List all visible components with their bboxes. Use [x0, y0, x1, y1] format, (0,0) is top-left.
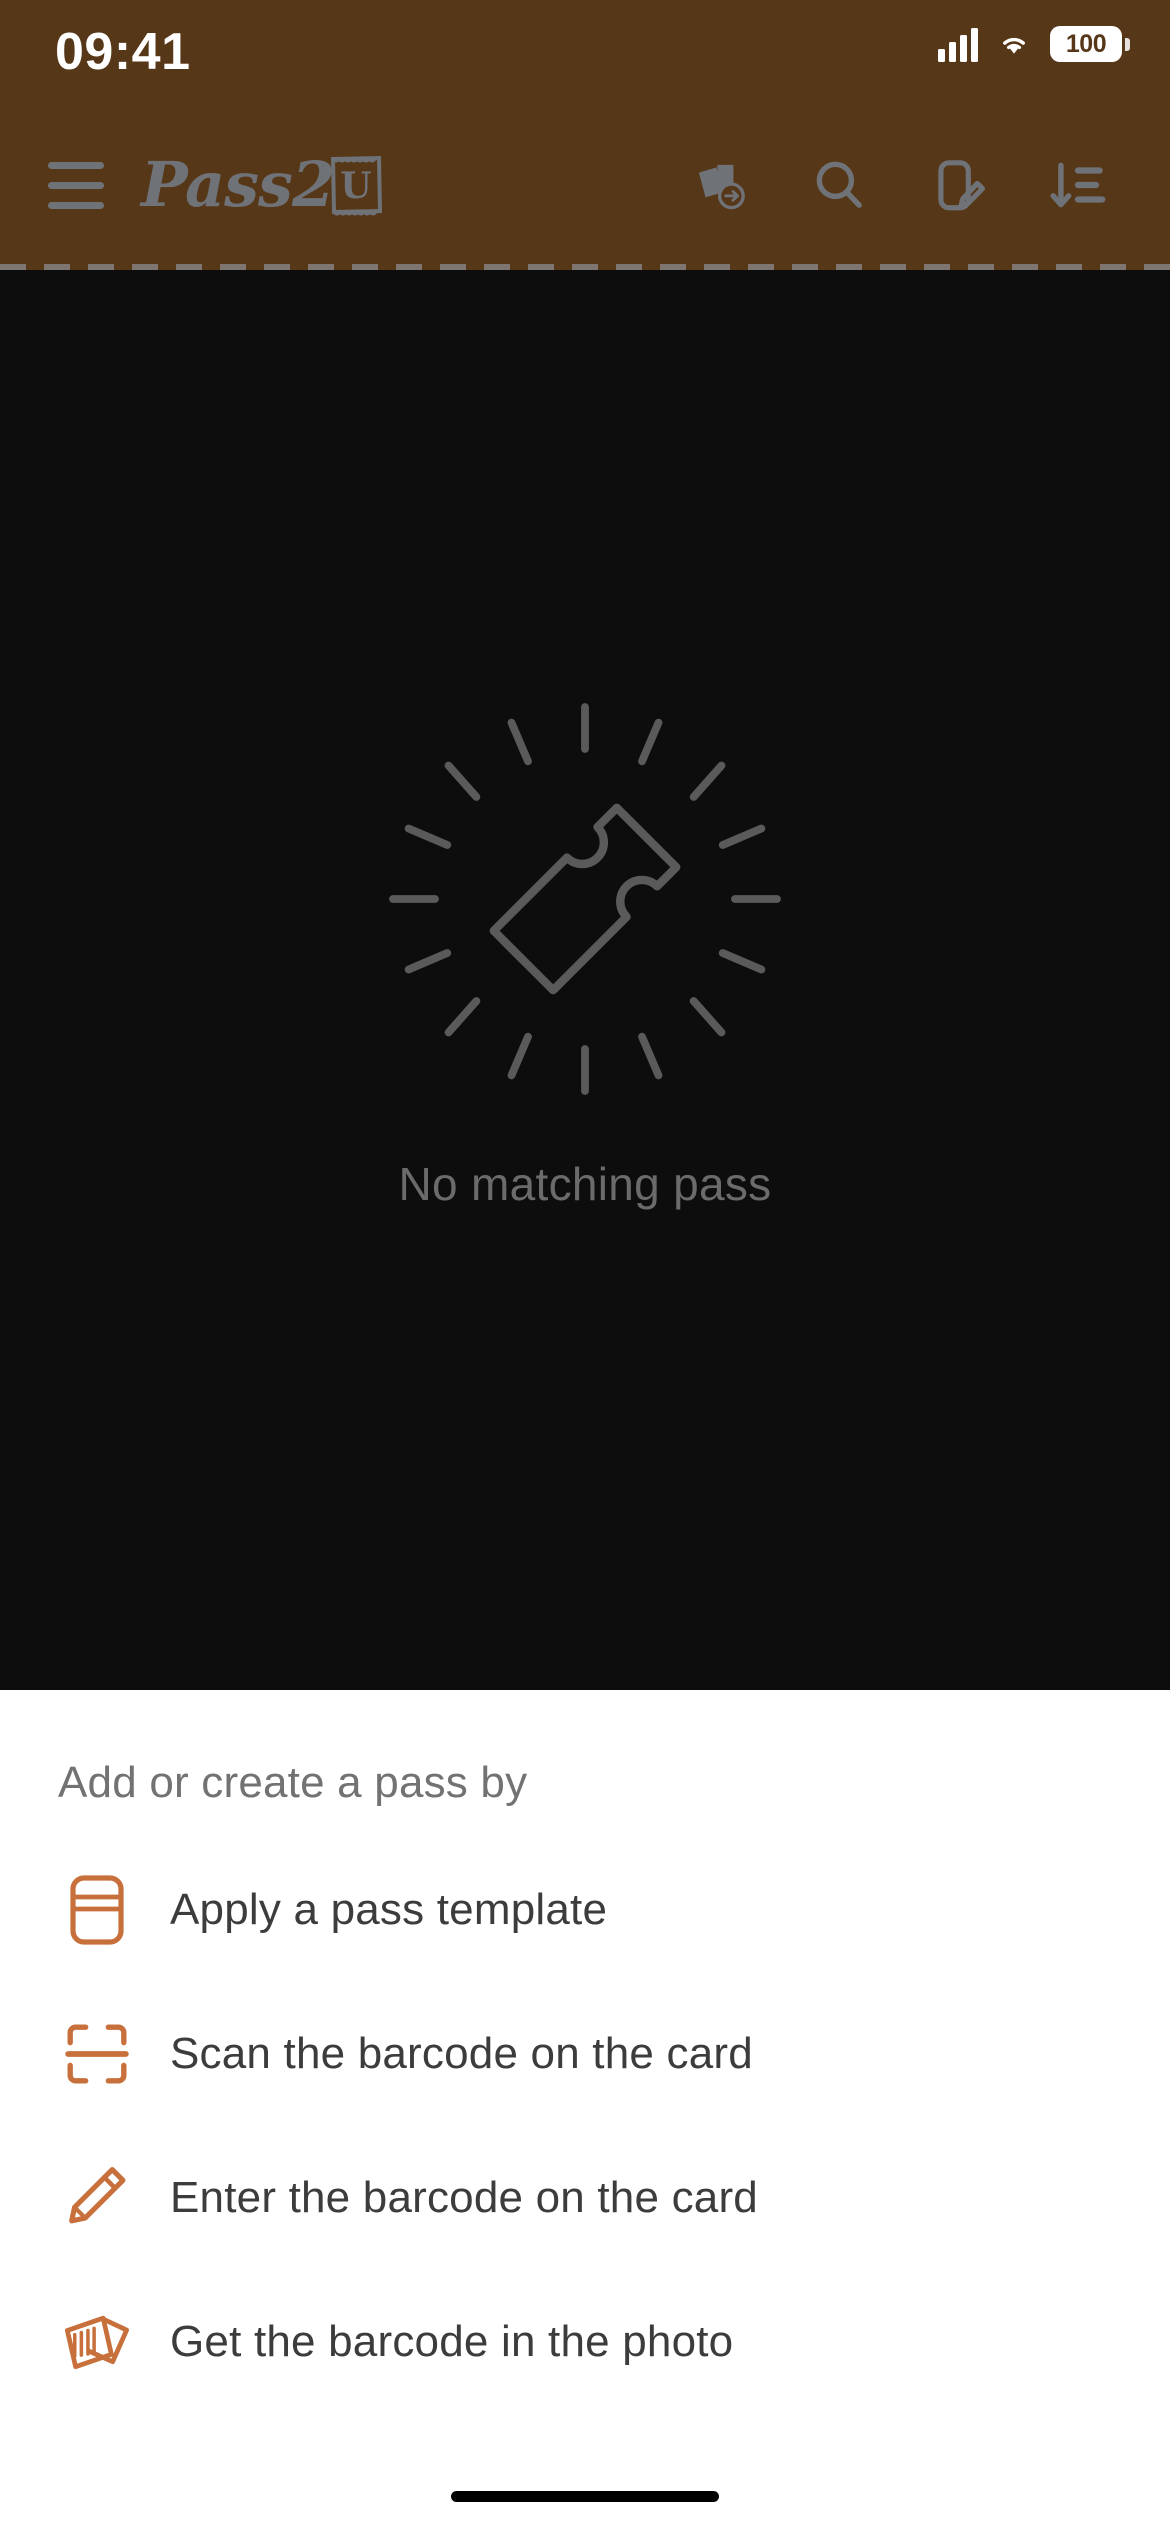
- cellular-signal-icon: [938, 26, 978, 62]
- option-label: Scan the barcode on the card: [170, 2029, 753, 2078]
- photo-barcode-icon: [58, 2303, 136, 2381]
- add-pass-options: Apply a pass template Scan the barcode o…: [0, 1838, 1170, 2414]
- empty-state: No matching pass: [0, 270, 1170, 1690]
- hamburger-menu-icon[interactable]: [33, 140, 119, 230]
- transfer-passes-icon[interactable]: [688, 154, 750, 216]
- empty-state-message: No matching pass: [398, 1158, 772, 1210]
- option-label: Apply a pass template: [170, 1885, 608, 1934]
- add-pass-sheet: Add or create a pass by Apply a pass tem…: [0, 1690, 1170, 2532]
- option-enter-barcode[interactable]: Enter the barcode on the card: [0, 2126, 1170, 2270]
- pass-list-area: No matching pass: [0, 270, 1170, 1690]
- sheet-title: Add or create a pass by: [58, 1758, 528, 1807]
- pass-template-icon: [58, 1871, 136, 1949]
- app-toolbar: Pass2 U: [0, 110, 1170, 260]
- sort-descending-icon[interactable]: [1048, 154, 1110, 216]
- no-pass-ticket-icon: [389, 703, 781, 1095]
- status-bar-time: 09:41: [55, 23, 191, 81]
- create-pass-icon[interactable]: [928, 154, 990, 216]
- option-scan-barcode[interactable]: Scan the barcode on the card: [0, 1982, 1170, 2126]
- svg-text:U: U: [340, 165, 371, 207]
- status-bar-indicators: 100: [938, 26, 1130, 62]
- option-label: Get the barcode in the photo: [170, 2317, 734, 2366]
- app-logo-text: Pass2: [141, 148, 335, 221]
- pencil-icon: [58, 2159, 136, 2237]
- option-label: Enter the barcode on the card: [170, 2173, 758, 2222]
- battery-level: 100: [1065, 29, 1107, 58]
- app-header: 09:41 100 Pass2 U: [0, 0, 1170, 270]
- search-icon[interactable]: [808, 154, 870, 216]
- toolbar-actions: [688, 154, 1110, 216]
- barcode-scan-icon: [58, 2015, 136, 2093]
- option-apply-pass-template[interactable]: Apply a pass template: [0, 1838, 1170, 1982]
- status-bar: 09:41 100: [0, 0, 1170, 110]
- option-barcode-from-photo[interactable]: Get the barcode in the photo: [0, 2270, 1170, 2414]
- wifi-icon: [1003, 37, 1025, 54]
- app-logo: Pass2 U: [141, 154, 384, 216]
- home-indicator[interactable]: [451, 2491, 719, 2502]
- battery-icon: 100: [1050, 26, 1130, 62]
- app-logo-badge: U: [328, 154, 384, 216]
